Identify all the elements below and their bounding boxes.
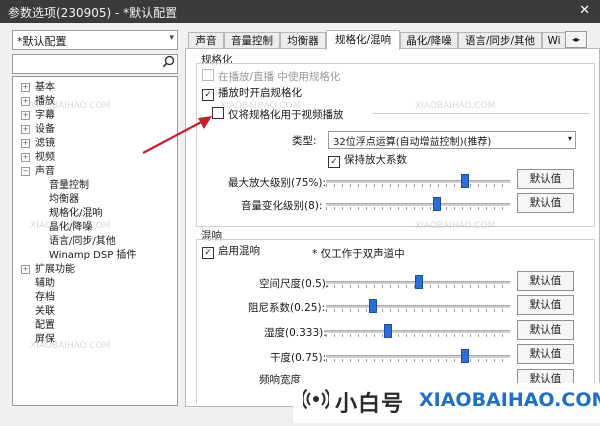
watermark-brand-en: XIAOBAIHAO.COM xyxy=(419,389,600,411)
tab-normalize-reverb[interactable]: 规格化/混响 xyxy=(326,30,400,50)
watermark-brand-cn: 小白号 xyxy=(335,392,405,417)
broadcast-icon xyxy=(303,388,329,410)
annotation-arrow xyxy=(142,116,212,154)
watermark-logo: 小白号 XIAOBAIHAO.COM xyxy=(293,383,600,423)
